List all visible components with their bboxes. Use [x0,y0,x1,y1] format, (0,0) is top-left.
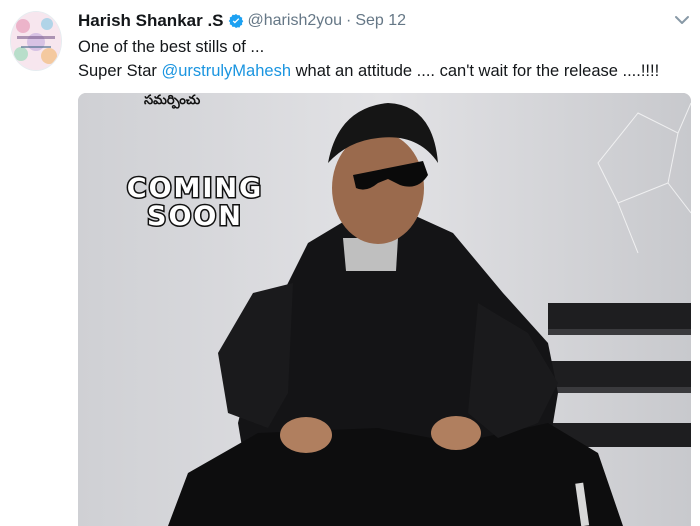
tweet-text: One of the best stills of ... Super Star… [78,35,659,83]
coming-soon-line2: SOON [146,201,243,232]
tweet-header: Harish Shankar .S @harish2you · Sep 12 [78,10,406,32]
telugu-caption: సమర్పించు [144,93,201,108]
tweet-media-image[interactable]: సమర్పించు COMING SOON [78,93,691,526]
avatar-collage-icon [11,12,61,70]
tweet-text-prefix: Super Star [78,62,162,80]
tweet-text-line1: One of the best stills of ... [78,38,265,56]
coming-soon-title: COMING SOON [110,173,280,232]
mention-link[interactable]: @urstrulyMahesh [161,62,291,80]
tweet-card: Harish Shankar .S @harish2you · Sep 12 O… [0,0,700,526]
coming-soon-line1: COMING [125,173,264,204]
author-avatar[interactable] [10,11,62,71]
tweet-text-line2: Super Star @urstrulyMahesh what an attit… [78,59,659,83]
separator-dot: · [346,12,352,29]
verified-badge-icon [228,14,243,28]
author-name[interactable]: Harish Shankar .S [78,11,224,31]
author-handle[interactable]: @harish2you [248,12,343,30]
poster-photo [78,93,691,526]
tweet-text-suffix: what an attitude .... can't wait for the… [291,62,660,80]
tweet-timestamp[interactable]: Sep 12 [355,12,406,30]
chevron-down-icon[interactable] [674,14,690,26]
